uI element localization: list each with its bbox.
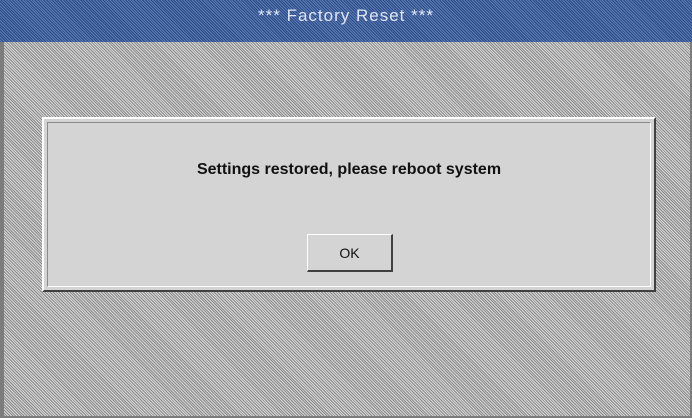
ok-button[interactable]: OK <box>307 234 393 272</box>
window-title: *** Factory Reset *** <box>258 6 434 25</box>
message-dialog: Settings restored, please reboot system … <box>42 117 656 292</box>
title-bar: *** Factory Reset *** <box>0 0 692 42</box>
dialog-message: Settings restored, please reboot system <box>196 161 502 178</box>
